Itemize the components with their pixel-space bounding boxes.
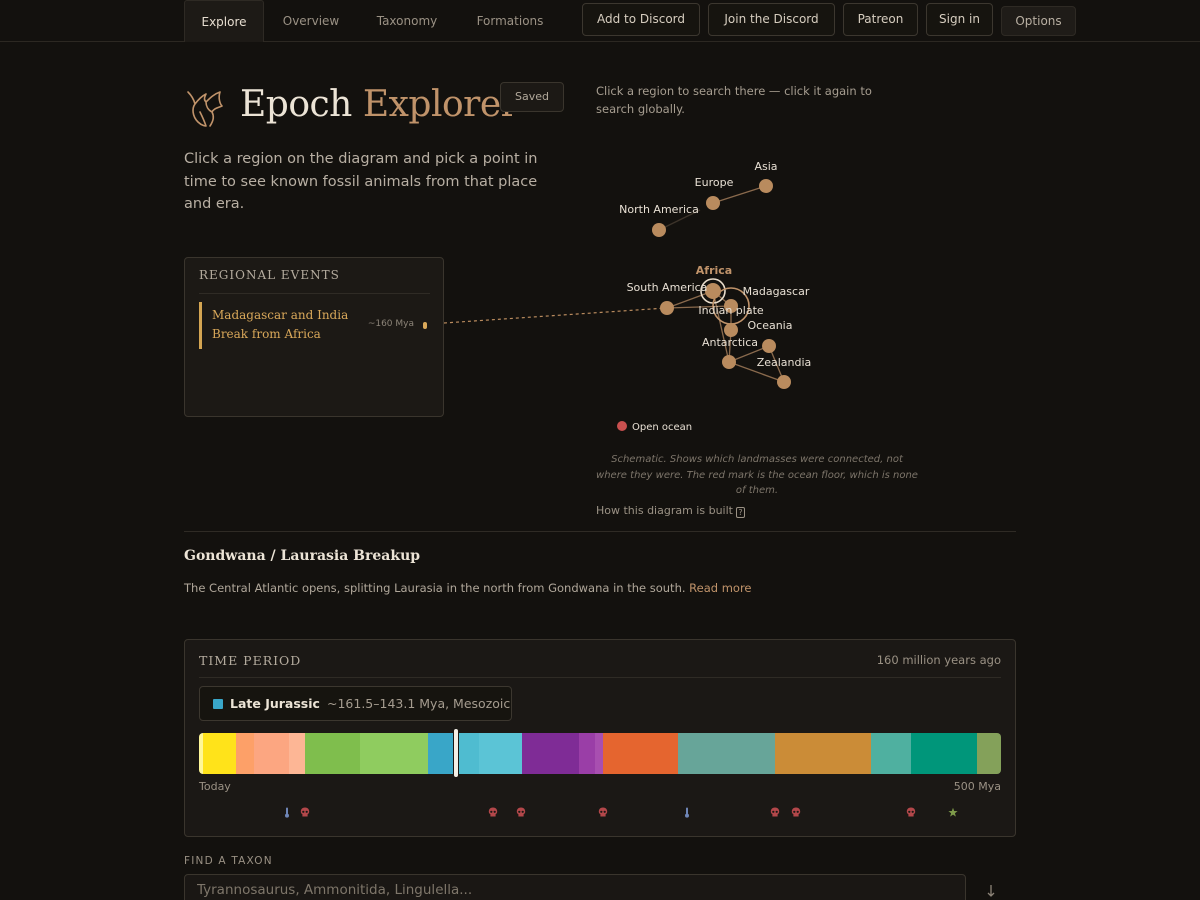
timeline-segment[interactable] bbox=[579, 733, 596, 774]
star-icon[interactable] bbox=[948, 803, 958, 817]
diagram-hint: Click a region to search there — click i… bbox=[596, 84, 872, 116]
sign-in-button[interactable]: Sign in bbox=[926, 3, 993, 36]
event-dot bbox=[423, 322, 427, 329]
skull-icon[interactable] bbox=[906, 803, 916, 817]
skull-icon[interactable] bbox=[488, 803, 498, 817]
node-oceania[interactable] bbox=[762, 339, 776, 353]
timeline-segment[interactable] bbox=[203, 733, 236, 774]
timeline-segment[interactable] bbox=[253, 733, 289, 774]
diagram-caption: Schematic. Shows which landmasses were c… bbox=[596, 454, 918, 496]
top-nav: Explore Overview Taxonomy Formations Add… bbox=[0, 0, 1200, 42]
node-south-america[interactable] bbox=[660, 301, 674, 315]
thermometer-icon[interactable] bbox=[282, 803, 292, 818]
era-description-text: The Central Atlantic opens, splitting La… bbox=[184, 581, 686, 595]
time-period-divider bbox=[199, 677, 1001, 678]
page-title: Epoch Explorer bbox=[240, 84, 518, 125]
node-antarctica[interactable] bbox=[722, 355, 736, 369]
timeline-segment[interactable] bbox=[595, 733, 603, 774]
regional-events-heading: REGIONAL EVENTS bbox=[199, 268, 430, 294]
skull-icon[interactable] bbox=[516, 803, 526, 817]
tab-formations[interactable]: Formations bbox=[462, 0, 558, 42]
sort-icon[interactable] bbox=[986, 884, 996, 898]
timeline-segment[interactable] bbox=[774, 733, 872, 774]
timeline-segment[interactable] bbox=[360, 733, 429, 774]
era-title: Gondwana / Laurasia Breakup bbox=[184, 548, 421, 564]
label-zealandia: Zealandia bbox=[757, 356, 812, 369]
label-asia: Asia bbox=[754, 160, 777, 173]
patreon-button[interactable]: Patreon bbox=[843, 3, 918, 36]
timeline-segment[interactable] bbox=[304, 733, 361, 774]
skull-icon[interactable] bbox=[300, 803, 310, 817]
add-to-discord-button[interactable]: Add to Discord bbox=[582, 3, 700, 36]
time-period-heading: TIME PERIOD bbox=[199, 653, 302, 668]
help-icon: ? bbox=[735, 507, 745, 518]
label-south-america: South America bbox=[627, 281, 708, 294]
find-taxon-heading: FIND A TAXON bbox=[184, 855, 273, 867]
open-ocean-node[interactable] bbox=[617, 421, 627, 431]
landmass-diagram: Asia Europe North America Africa South A… bbox=[443, 160, 812, 433]
timeline-end-label: 500 Mya bbox=[953, 780, 1001, 793]
timeline-segment[interactable] bbox=[288, 733, 305, 774]
title-main: Epoch bbox=[240, 84, 352, 125]
time-period-panel: TIME PERIOD 160 million years ago Late J… bbox=[184, 639, 1016, 837]
tab-taxonomy[interactable]: Taxonomy bbox=[362, 0, 452, 42]
era-description: The Central Atlantic opens, splitting La… bbox=[184, 581, 752, 595]
timeline-segment[interactable] bbox=[977, 733, 1001, 774]
label-europe: Europe bbox=[695, 176, 734, 189]
timeline-segment[interactable] bbox=[521, 733, 580, 774]
skull-icon[interactable] bbox=[598, 803, 608, 817]
tab-explore[interactable]: Explore bbox=[184, 0, 264, 42]
node-europe[interactable] bbox=[706, 196, 720, 210]
timeline-segment[interactable] bbox=[479, 733, 522, 774]
saved-button[interactable]: Saved bbox=[500, 82, 564, 112]
label-antarctica: Antarctica bbox=[702, 336, 758, 349]
geologic-timeline-bar[interactable] bbox=[199, 733, 1001, 774]
timeline-segment[interactable] bbox=[678, 733, 775, 774]
event-title: Madagascar and India Break from Africa bbox=[212, 308, 349, 341]
dinosaur-logo-icon bbox=[187, 91, 223, 127]
how-diagram-built-label: How this diagram is built bbox=[596, 504, 733, 517]
title-accent: Explorer bbox=[362, 84, 518, 125]
skull-icon[interactable] bbox=[791, 803, 801, 817]
node-asia[interactable] bbox=[759, 179, 773, 193]
options-button[interactable]: Options bbox=[1001, 6, 1076, 36]
timeline-cursor-handle[interactable] bbox=[453, 729, 458, 777]
node-zealandia[interactable] bbox=[777, 375, 791, 389]
label-africa: Africa bbox=[696, 264, 732, 277]
node-north-america[interactable] bbox=[652, 223, 666, 237]
period-selector[interactable]: Late Jurassic ~161.5–143.1 Mya, Mesozoic bbox=[199, 686, 512, 721]
section-divider bbox=[184, 531, 1016, 532]
timeline-segment[interactable] bbox=[602, 733, 679, 774]
label-indian-plate: Indian plate bbox=[698, 304, 764, 317]
timeline-segment[interactable] bbox=[871, 733, 911, 774]
event-connector-line bbox=[443, 307, 667, 324]
join-discord-button[interactable]: Join the Discord bbox=[708, 3, 835, 36]
period-range: ~161.5–143.1 Mya, Mesozoic bbox=[327, 696, 511, 711]
event-time: ~160 Mya bbox=[367, 319, 414, 329]
regional-events-panel: REGIONAL EVENTS Madagascar and India Bre… bbox=[184, 257, 444, 417]
taxon-search-input[interactable] bbox=[184, 874, 966, 900]
label-madagascar: Madagascar bbox=[743, 285, 810, 298]
years-ago-readout: 160 million years ago bbox=[876, 653, 1001, 667]
timeline-segment[interactable] bbox=[910, 733, 978, 774]
timeline-segment[interactable] bbox=[457, 733, 480, 774]
thermometer-icon[interactable] bbox=[682, 803, 692, 818]
node-indian-plate[interactable] bbox=[724, 323, 738, 337]
timeline-segment[interactable] bbox=[235, 733, 254, 774]
timeline-start-label: Today bbox=[199, 780, 231, 793]
label-north-america: North America bbox=[619, 203, 699, 216]
read-more-link[interactable]: Read more bbox=[689, 581, 751, 595]
period-name: Late Jurassic bbox=[230, 696, 320, 711]
period-color-swatch bbox=[213, 699, 223, 709]
how-diagram-built-link[interactable]: How this diagram is built? bbox=[596, 504, 745, 518]
tab-overview[interactable]: Overview bbox=[270, 0, 352, 42]
label-oceania: Oceania bbox=[748, 319, 793, 332]
label-open-ocean: Open ocean bbox=[632, 422, 692, 433]
skull-icon[interactable] bbox=[770, 803, 780, 817]
event-item[interactable]: Madagascar and India Break from Africa ~… bbox=[199, 302, 430, 349]
